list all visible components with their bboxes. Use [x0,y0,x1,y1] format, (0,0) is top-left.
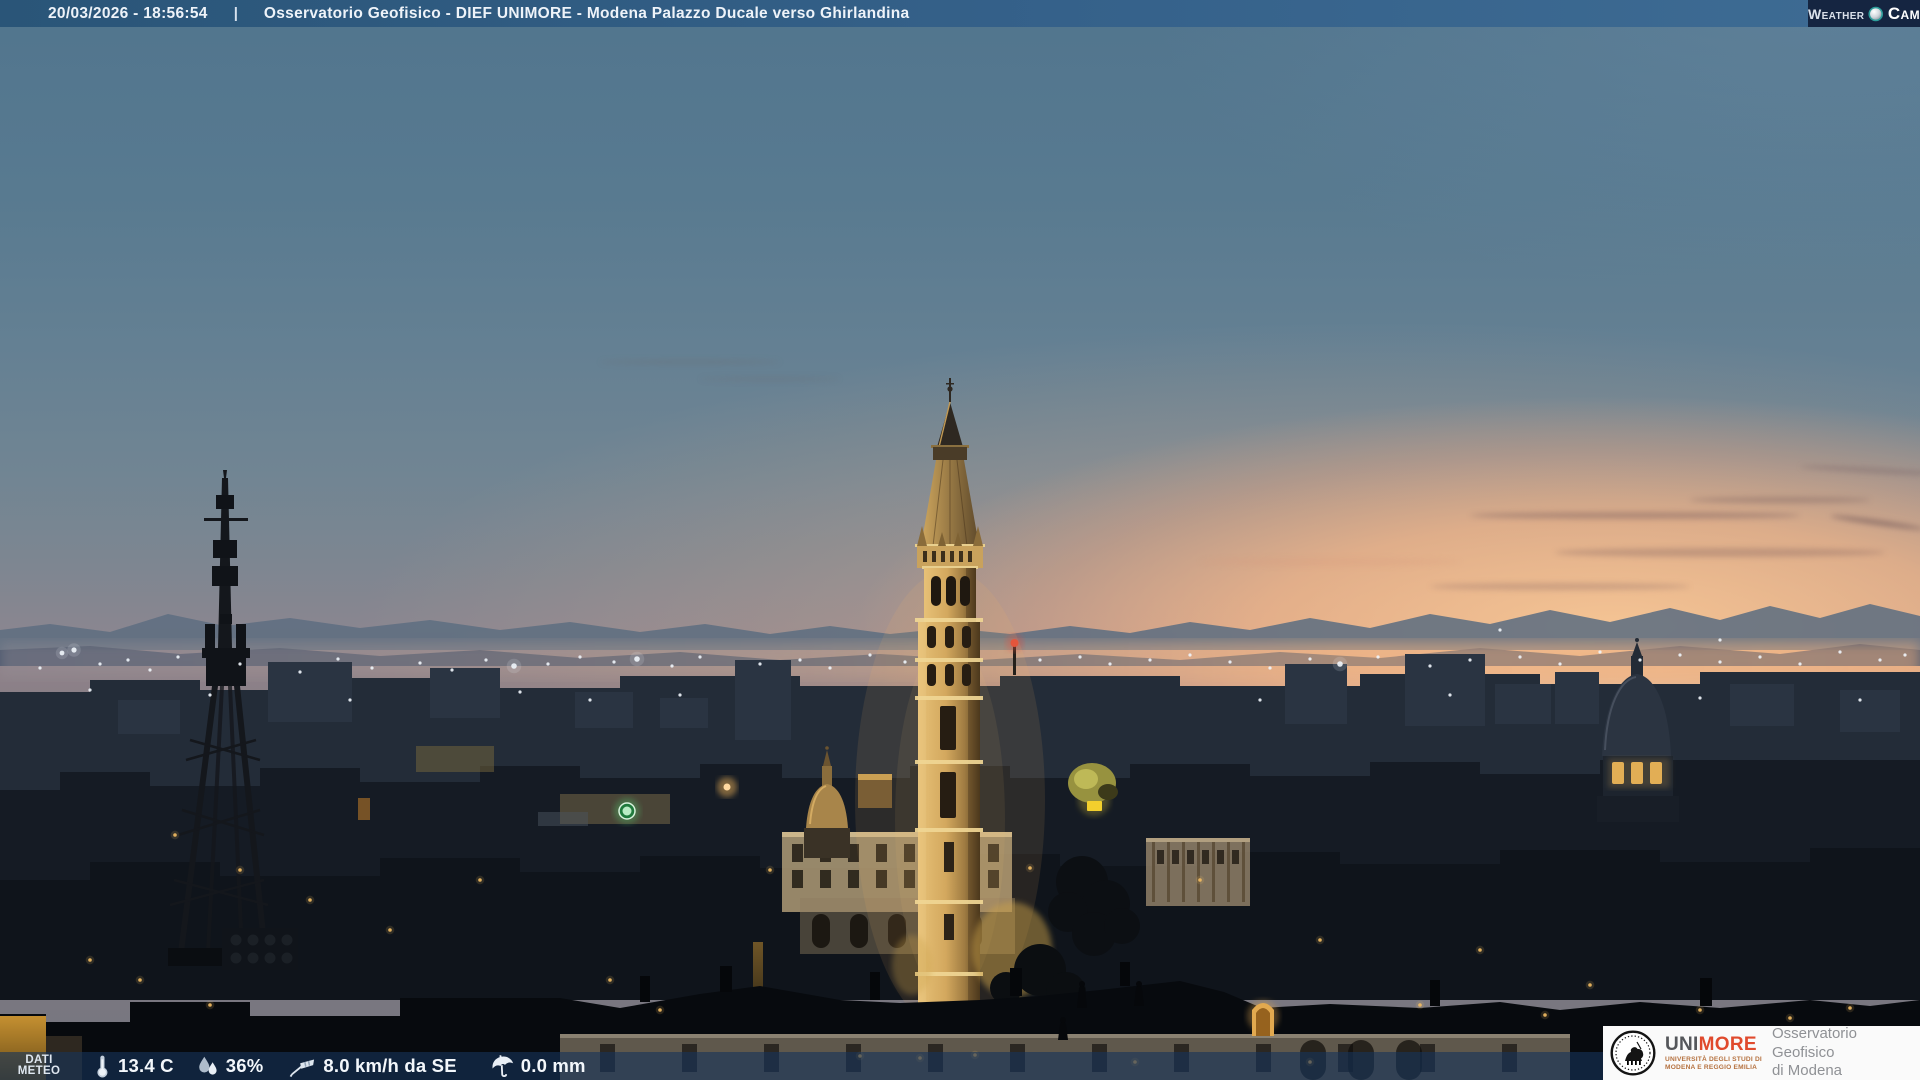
temperature-value: 13.4 C [118,1055,174,1076]
yellow-sign [1087,801,1102,811]
weathercam-globe-icon [1868,6,1884,21]
unimore-seal [1610,1030,1656,1076]
humidity-value: 36% [225,1055,264,1076]
green-clock-sign [614,798,640,824]
facade-dim [358,798,370,820]
weather-data-label: DATI METEO [17,1053,61,1077]
webcam-title: Osservatorio Geofisico - DIEF UNIMORE - … [263,4,910,22]
rain-umbrella-icon [489,1054,515,1078]
street-lamp [717,777,737,797]
modena-panorama [0,378,1920,1080]
weathercam-logo: Weather Cam [1808,0,1920,27]
lit-facade-pilasters [1146,838,1250,906]
wind-icon [289,1054,317,1078]
datetime-display: 20/03/2026 - 18:56:54 [48,4,208,22]
unimore-wordmark: UNIMORE UNIVERSITÀ DEGLI STUDI DI MODENA… [1665,1033,1762,1071]
separator: | [233,5,238,22]
unimore-brand-box: UNIMORE UNIVERSITÀ DEGLI STUDI DI MODENA… [1603,1025,1920,1080]
webcam-viewer: 20/03/2026 - 18:56:54 | Osservatorio Geo… [0,0,1920,1080]
facade-dim [416,746,494,772]
weathercam-word2: Cam [1887,3,1920,23]
humidity-icon [196,1054,220,1078]
top-info-bar: 20/03/2026 - 18:56:54 | Osservatorio Geo… [0,0,1920,27]
wind-value: 8.0 km/h da SE [323,1055,457,1076]
precipitation-value: 0.0 mm [520,1055,586,1076]
thermometer-icon [92,1053,112,1079]
observatory-name: Osservatorio Geofisico di Modena [1771,1025,1857,1080]
shed-roof [538,812,588,826]
unimore-subtitle: UNIVERSITÀ DEGLI STUDI DI MODENA E REGGI… [1665,1055,1762,1071]
weathercam-word1: Weather [1808,5,1865,22]
